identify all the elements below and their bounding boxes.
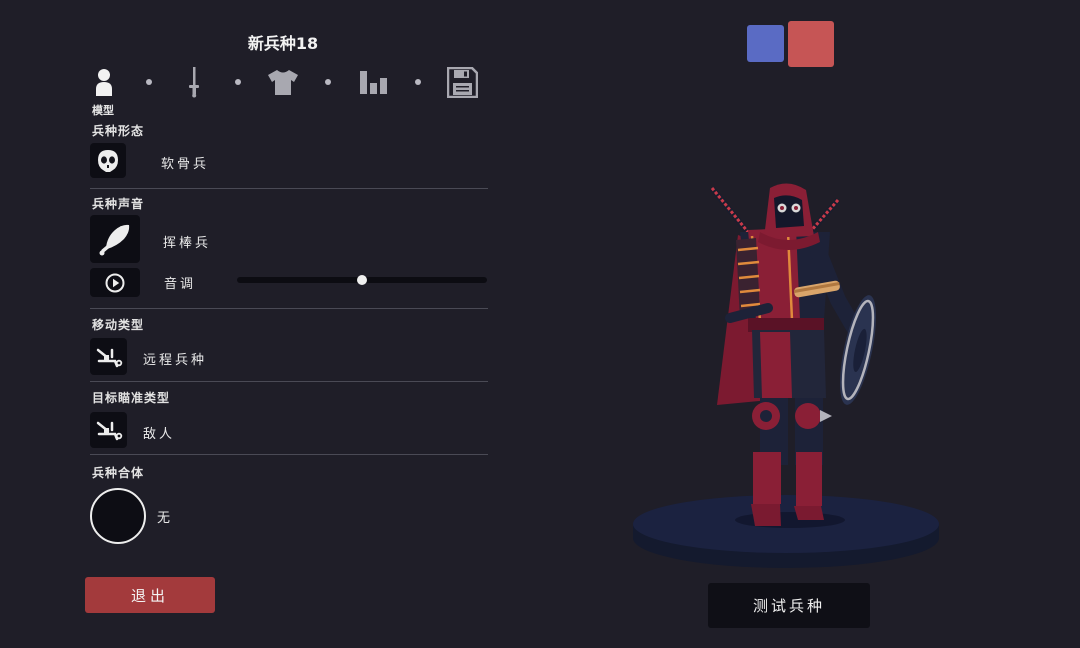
voice-section-label: 兵种声音 [92,197,145,211]
tab-clothing[interactable] [266,66,300,98]
target-enemy-icon [96,421,122,441]
tab-stats[interactable] [356,66,390,98]
tab-model[interactable] [90,66,118,98]
unit-preview[interactable] [620,170,950,580]
pitch-play-button[interactable] [90,268,140,297]
pitch-label: 音调 [164,277,197,292]
section-divider [90,308,488,309]
tab-separator-dot [325,79,331,85]
test-unit-button[interactable]: 测试兵种 [708,583,870,628]
page-title: 新兵种18 [247,34,319,53]
unit-model [709,183,876,526]
tab-model-label: 模型 [92,104,114,117]
targeting-select-button[interactable] [90,412,127,448]
tab-separator-dot [146,79,152,85]
floppy-disk-icon [446,66,478,98]
tab-separator-dot [235,79,241,85]
team-color-red-swatch[interactable] [788,21,834,67]
team-color-blue-swatch[interactable] [747,25,784,62]
combine-section-label: 兵种合体 [92,466,145,480]
sword-icon [189,67,199,98]
form-value: 软骨兵 [161,157,210,172]
exit-button[interactable]: 退出 [85,577,215,613]
voice-value: 挥棒兵 [163,236,212,251]
section-divider [90,454,488,455]
movement-select-button[interactable] [90,338,127,375]
pedestal [633,495,939,568]
tab-weapon[interactable] [182,66,206,98]
section-divider [90,188,488,189]
pitch-slider-thumb[interactable] [357,275,367,285]
empty-circle-icon[interactable] [90,488,146,544]
voice-select-button[interactable] [90,215,140,263]
movement-value: 远程兵种 [143,353,208,368]
tab-separator-dot [415,79,421,85]
skull-mask-icon [98,149,118,172]
targeting-value: 敌人 [143,427,176,442]
play-circle-icon [105,273,125,292]
form-section-label: 兵种形态 [92,124,145,138]
movement-section-label: 移动类型 [92,318,145,332]
bar-chart-icon [360,71,387,94]
ranged-unit-icon [96,348,122,367]
section-divider [90,381,488,382]
targeting-section-label: 目标瞄准类型 [92,391,171,405]
shirt-icon [268,70,298,95]
combine-value: 无 [157,511,174,526]
club-icon [99,224,130,256]
person-icon [96,69,112,96]
tab-save[interactable] [445,65,479,99]
form-select-button[interactable] [90,143,126,178]
